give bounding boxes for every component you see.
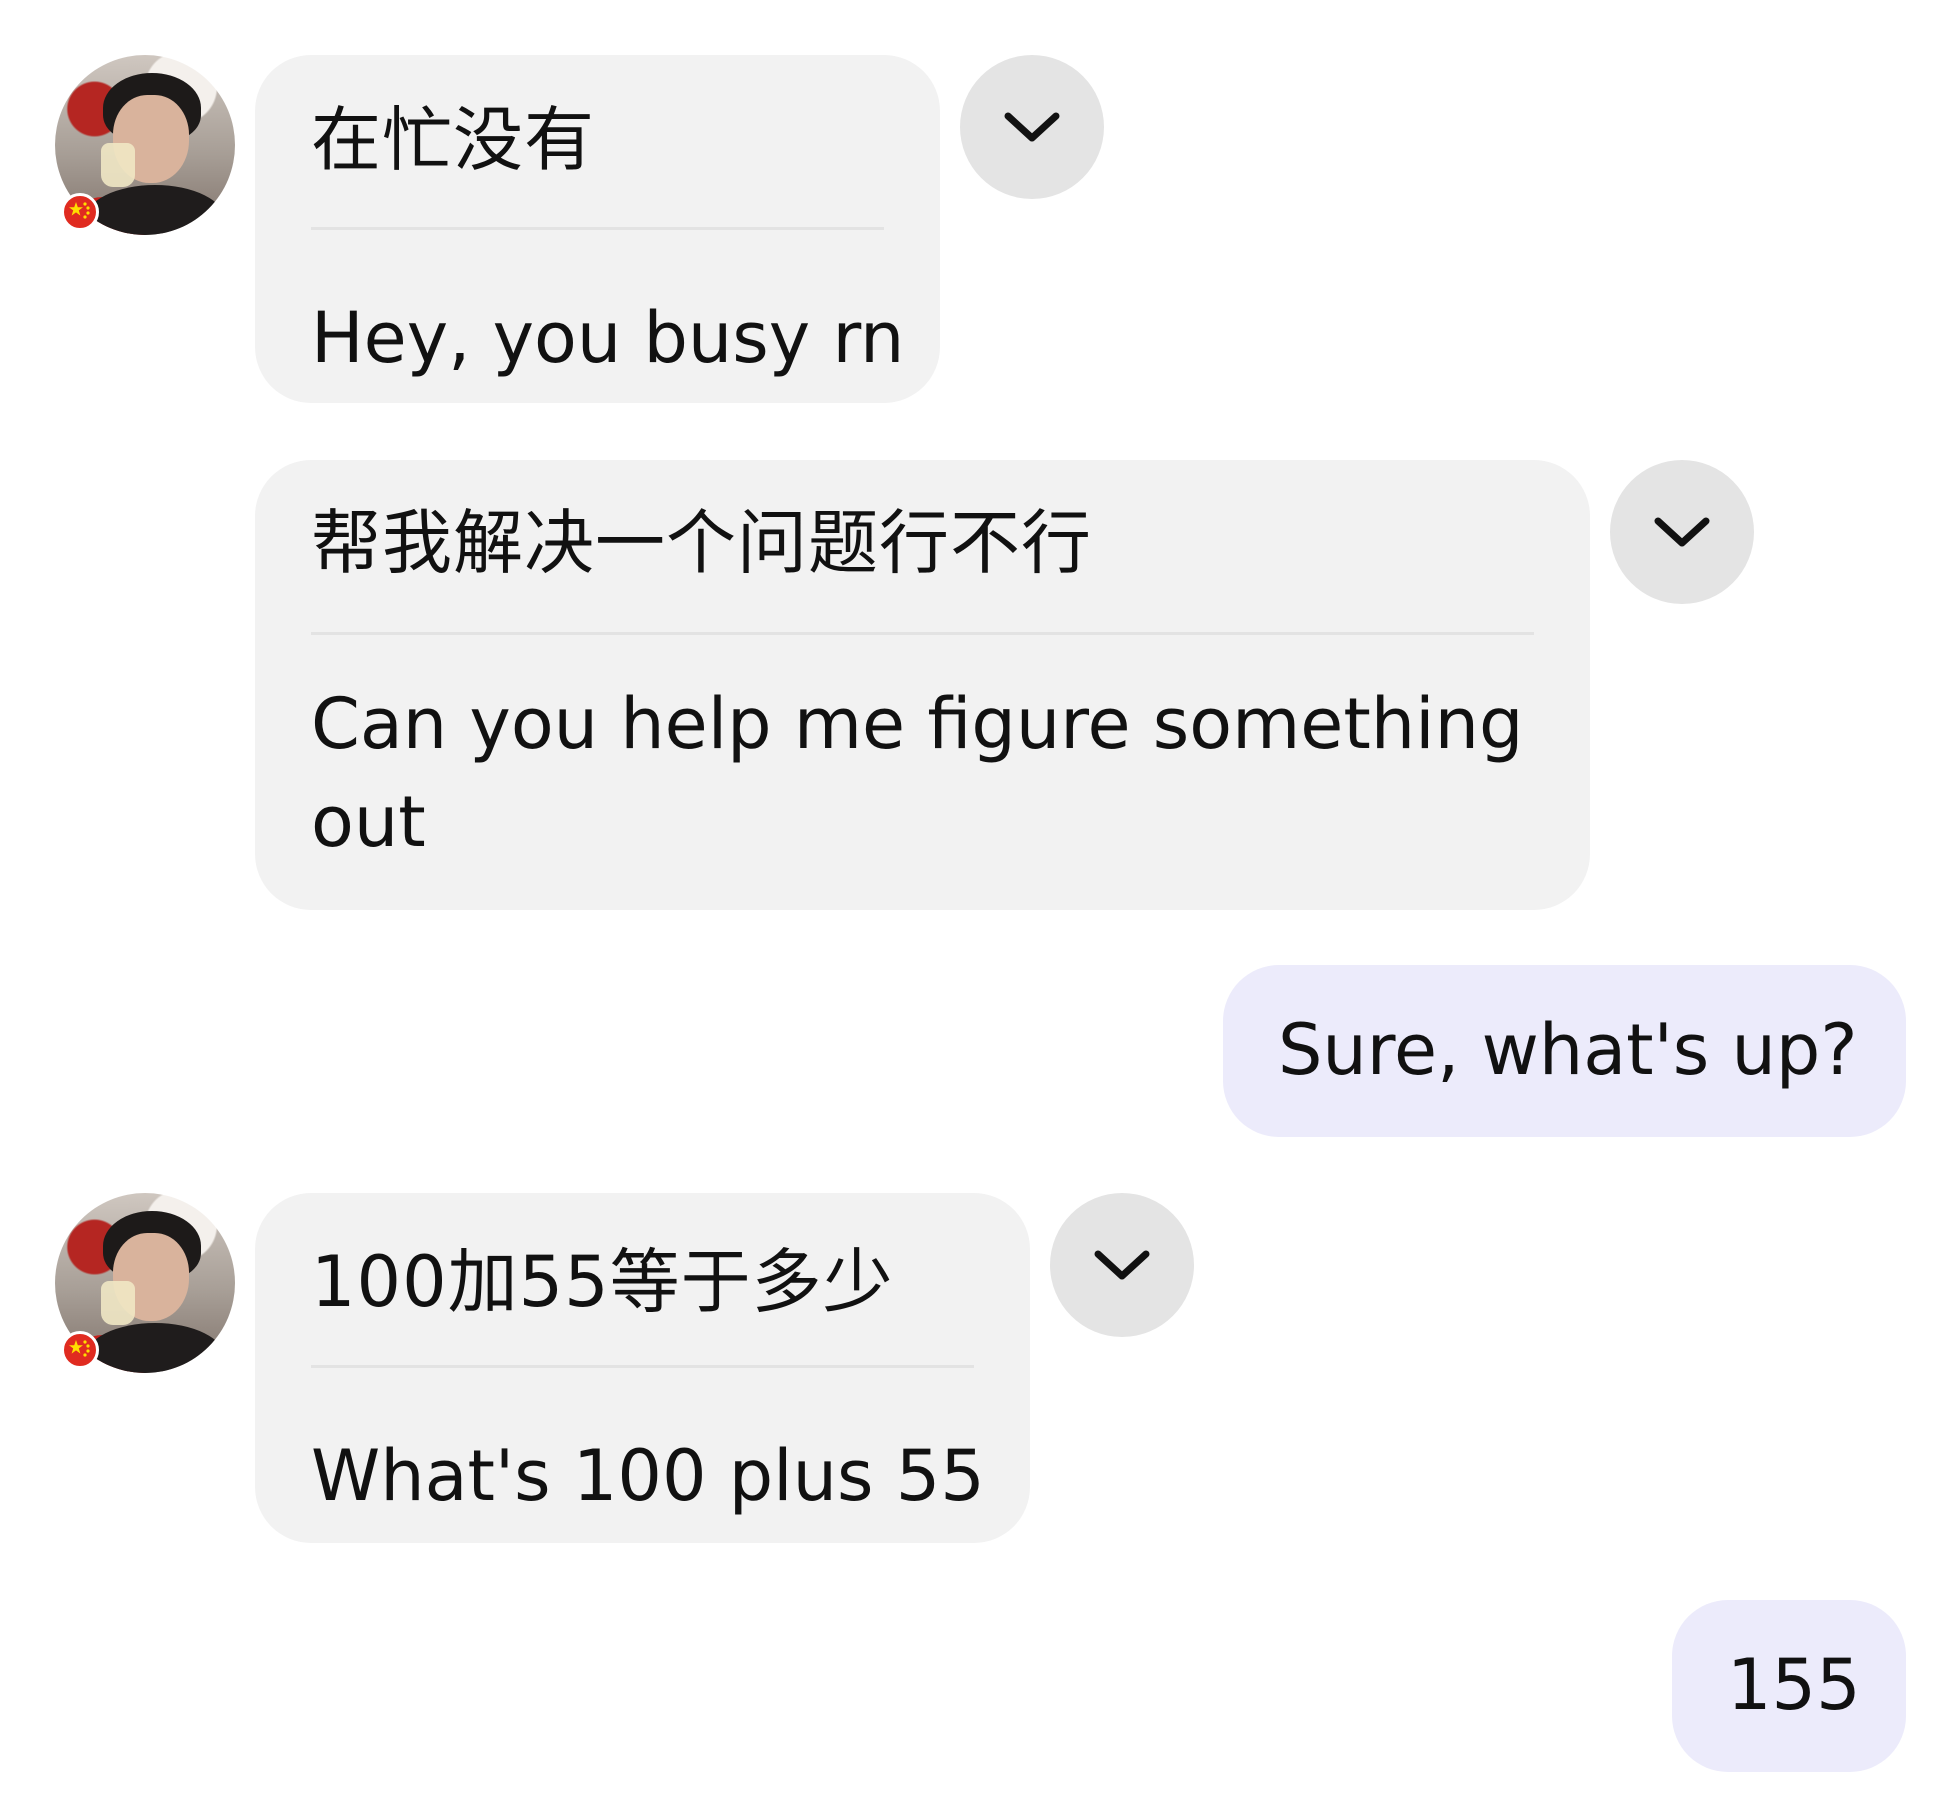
expand-message-button[interactable] [1050,1193,1194,1337]
original-text: 在忙没有 [311,99,595,181]
translation-divider [311,227,884,230]
china-flag-icon [61,1331,99,1369]
expand-message-button[interactable] [960,55,1104,199]
chevron-down-icon [1654,517,1710,547]
sender-avatar[interactable] [55,1193,235,1373]
translation-divider [311,632,1534,635]
outgoing-message-bubble[interactable]: Sure, what's up? [1223,965,1906,1137]
sender-avatar[interactable] [55,55,235,235]
incoming-message-bubble[interactable]: 在忙没有 Hey, you busy rn [255,55,940,403]
outgoing-text: Sure, what's up? [1278,1009,1858,1091]
original-text: 帮我解决一个问题行不行 [311,502,1092,584]
expand-message-button[interactable] [1610,460,1754,604]
translated-text: Can you help me figure something out [311,683,1524,863]
outgoing-message-bubble[interactable]: 155 [1672,1600,1906,1772]
chevron-down-icon [1004,112,1060,142]
incoming-message-bubble[interactable]: 100加55等于多少 What's 100 plus 55 [255,1193,1030,1543]
outgoing-text: 155 [1727,1644,1861,1726]
china-flag-icon [61,193,99,231]
translation-divider [311,1365,974,1368]
translated-text: Hey, you busy rn [311,297,905,379]
original-text: 100加55等于多少 [311,1241,894,1323]
translated-text: What's 100 plus 55 [311,1435,985,1517]
incoming-message-bubble[interactable]: 帮我解决一个问题行不行 Can you help me figure somet… [255,460,1590,910]
chevron-down-icon [1094,1250,1150,1280]
